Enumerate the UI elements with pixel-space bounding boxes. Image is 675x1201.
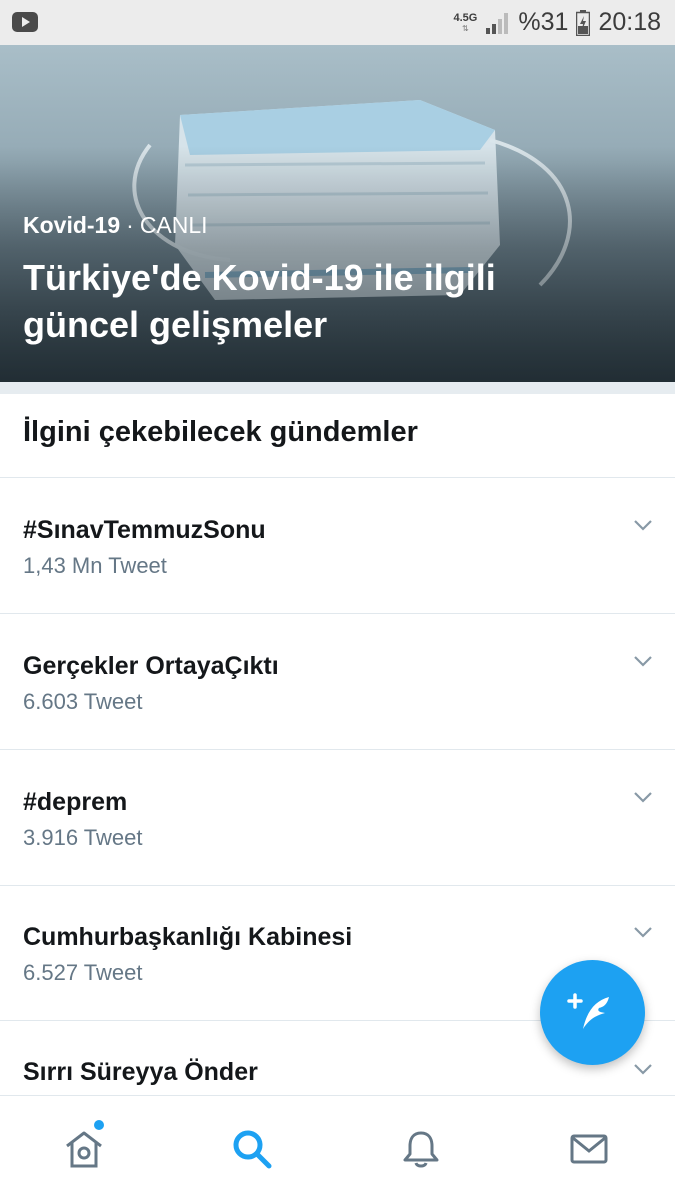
battery-charging-icon: [576, 9, 591, 36]
battery-percent: %31: [518, 8, 569, 36]
trend-item[interactable]: Gerçekler OrtayaÇıktı 6.603 Tweet: [0, 614, 675, 750]
trend-item[interactable]: #deprem 3.916 Tweet: [0, 750, 675, 886]
home-icon: [66, 1131, 102, 1167]
bell-icon: [403, 1131, 439, 1167]
chevron-down-icon[interactable]: [633, 518, 653, 532]
nav-home[interactable]: [0, 1096, 168, 1201]
hero-meta: Kovid-19 · CANLI: [23, 212, 208, 239]
nav-search[interactable]: [168, 1096, 336, 1201]
trend-name: Cumhurbaşkanlığı Kabinesi: [23, 923, 353, 951]
home-notification-dot: [94, 1120, 104, 1130]
compose-tweet-button[interactable]: [540, 960, 645, 1065]
chevron-down-icon[interactable]: [633, 654, 653, 668]
status-bar: 4.5G ⇅ %31 20:18: [0, 0, 675, 45]
hero-separator: ·: [126, 212, 134, 238]
signal-icon: [486, 12, 509, 34]
network-indicator: 4.5G ⇅: [453, 11, 478, 33]
trend-tweet-count: 3.916 Tweet: [23, 825, 143, 850]
section-header: İlgini çekebilecek gündemler: [0, 394, 675, 478]
nav-messages[interactable]: [505, 1096, 673, 1201]
trend-name: Gerçekler OrtayaÇıktı: [23, 652, 279, 680]
trend-name: #SınavTemmuzSonu: [23, 516, 266, 544]
section-divider: [0, 382, 675, 394]
hero-topic: Kovid-19: [23, 212, 121, 238]
section-title: İlgini çekebilecek gündemler: [23, 416, 418, 448]
bottom-navigation: [0, 1095, 675, 1201]
mail-icon: [570, 1134, 608, 1163]
trend-name: Sırrı Süreyya Önder: [23, 1058, 258, 1086]
search-icon: [233, 1130, 272, 1168]
chevron-down-icon[interactable]: [633, 925, 653, 939]
hero-live-label: CANLI: [139, 212, 208, 238]
chevron-down-icon[interactable]: [633, 1062, 653, 1076]
trend-item[interactable]: #SınavTemmuzSonu 1,43 Mn Tweet: [0, 478, 675, 614]
trend-name: #deprem: [23, 788, 128, 816]
nav-notifications[interactable]: [337, 1096, 505, 1201]
clock: 20:18: [598, 8, 661, 36]
trend-tweet-count: 1,43 Mn Tweet: [23, 553, 167, 578]
chevron-down-icon[interactable]: [633, 790, 653, 804]
trend-tweet-count: 6.527 Tweet: [23, 960, 143, 985]
trend-tweet-count: 6.603 Tweet: [23, 689, 143, 714]
hero-card[interactable]: Kovid-19 · CANLI Türkiye'de Kovid-19 ile i…: [0, 45, 675, 382]
hero-title: Türkiye'de Kovid-19 ile ilgili güncel ge…: [23, 257, 496, 345]
youtube-icon: [12, 12, 38, 32]
compose-feather-icon: [566, 992, 609, 1029]
